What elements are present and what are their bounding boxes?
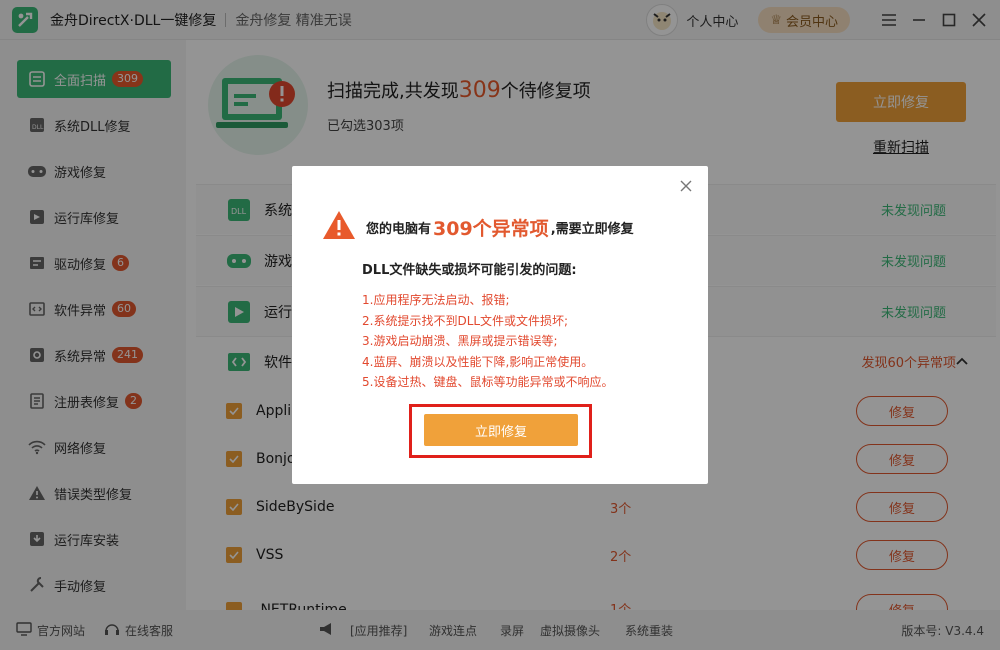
dialog-headline-suffix: ,需要立即修复 xyxy=(550,221,634,237)
dialog-close-button[interactable] xyxy=(678,178,694,194)
problem-list: 1.应用程序无法启动、报错; 2.系统提示找不到DLL文件或文件损坏; 3.游戏… xyxy=(362,290,613,393)
dialog-subtitle: DLL文件缺失或损坏可能引发的问题: xyxy=(362,263,577,278)
warning-icon xyxy=(322,210,356,244)
dialog-fix-now-button[interactable]: 立即修复 xyxy=(424,414,578,446)
dialog-issue-count: 309个异常项 xyxy=(433,217,549,240)
problem-item: 5.设备过热、键盘、鼠标等功能异常或不响应。 xyxy=(362,375,614,389)
problem-item: 2.系统提示找不到DLL文件或文件损坏; xyxy=(362,313,569,328)
issue-alert-dialog: 您的电脑有 309个异常项 ,需要立即修复 DLL文件缺失或损坏可能引发的问题:… xyxy=(292,166,708,484)
dialog-headline-prefix: 您的电脑有 xyxy=(366,221,432,237)
close-icon xyxy=(680,180,692,192)
highlight-frame: 立即修复 xyxy=(409,404,592,458)
dialog-headline: 您的电脑有 309个异常项 ,需要立即修复 xyxy=(322,210,634,244)
problem-item: 4.蓝屏、崩溃以及性能下降,影响正常使用。 xyxy=(362,354,594,369)
problem-item: 3.游戏启动崩溃、黑屏或提示错误等; xyxy=(362,334,558,348)
problem-item: 1.应用程序无法启动、报错; xyxy=(362,293,510,307)
